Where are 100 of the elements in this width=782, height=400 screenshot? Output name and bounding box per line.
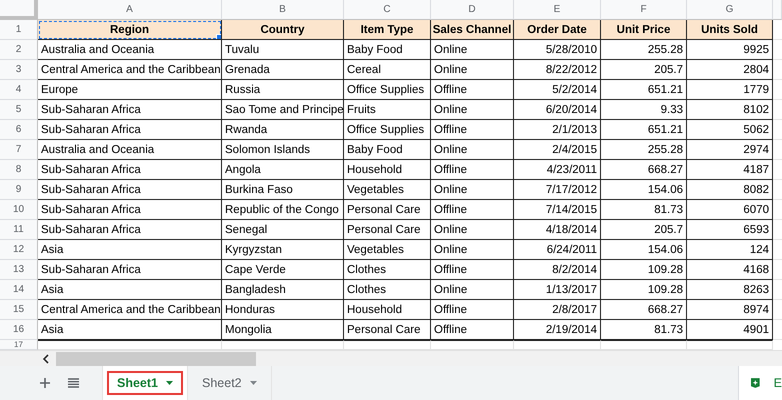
table-cell: Sub-Saharan Africa <box>38 220 222 240</box>
table-cell: Offline <box>431 300 514 320</box>
row-header[interactable]: 4 <box>0 80 38 100</box>
explore-button[interactable]: E <box>738 366 782 400</box>
table-cell: Offline <box>431 200 514 220</box>
table-cell: 9.33 <box>601 100 687 120</box>
table-cell: Clothes <box>344 280 431 300</box>
add-sheet-icon[interactable] <box>40 378 50 388</box>
table-cell: 8102 <box>687 100 773 120</box>
table-cell: Offline <box>431 80 514 100</box>
table-cell: Kyrgyzstan <box>222 240 344 260</box>
header-cell: Sales Channel <box>431 20 514 40</box>
column-header[interactable]: D <box>431 0 514 20</box>
table-cell: Offline <box>431 160 514 180</box>
column-header[interactable]: G <box>687 0 773 20</box>
table-cell: Bangladesh <box>222 280 344 300</box>
table-cell: Offline <box>431 260 514 280</box>
sheet-tab[interactable]: Sheet1 <box>102 366 188 400</box>
column-header[interactable]: A <box>38 0 222 20</box>
table-cell: 8/22/2012 <box>514 60 601 80</box>
table-cell: Australia and Oceania <box>38 140 222 160</box>
column-header[interactable]: F <box>601 0 687 20</box>
table-cell: Office Supplies <box>344 80 431 100</box>
table-cell: Online <box>431 60 514 80</box>
table-cell: 6/20/2014 <box>514 100 601 120</box>
table-cell: 7/17/2012 <box>514 180 601 200</box>
row-header[interactable]: 7 <box>0 140 38 160</box>
table-cell: Republic of the Congo <box>222 200 344 220</box>
table-cell: 9925 <box>687 40 773 60</box>
caret-icon <box>250 381 257 385</box>
row-header[interactable]: 16 <box>0 320 38 340</box>
column-header[interactable]: E <box>514 0 601 20</box>
table-cell: Household <box>344 160 431 180</box>
table-cell: Sub-Saharan Africa <box>38 260 222 280</box>
table-cell: 6593 <box>687 220 773 240</box>
caret-icon <box>166 381 173 385</box>
header-cell: Unit Price <box>601 20 687 40</box>
table-cell: Online <box>431 100 514 120</box>
header-cell: Item Type <box>344 20 431 40</box>
table-cell: Burkina Faso <box>222 180 344 200</box>
header-cell: Region <box>38 20 222 40</box>
table-cell: Angola <box>222 160 344 180</box>
row-header[interactable]: 2 <box>0 40 38 60</box>
row-header[interactable]: 1 <box>0 20 38 40</box>
table-cell: Asia <box>38 240 222 260</box>
table-cell: 2/1/2013 <box>514 120 601 140</box>
table-cell: 255.28 <box>601 140 687 160</box>
table-cell: Baby Food <box>344 40 431 60</box>
table-cell: 109.28 <box>601 280 687 300</box>
row-header[interactable]: 11 <box>0 220 38 240</box>
table-cell: 5/28/2010 <box>514 40 601 60</box>
table-cell: 651.21 <box>601 80 687 100</box>
table-cell: Personal Care <box>344 200 431 220</box>
table-cell: 205.7 <box>601 220 687 240</box>
row-header[interactable]: 15 <box>0 300 38 320</box>
column-header[interactable]: C <box>344 0 431 20</box>
table-cell: Sao Tome and Principe <box>222 100 344 120</box>
table-cell: Grenada <box>222 60 344 80</box>
row-header[interactable]: 8 <box>0 160 38 180</box>
table-cell: Vegetables <box>344 240 431 260</box>
table-cell: Online <box>431 220 514 240</box>
table-cell: Vegetables <box>344 180 431 200</box>
table-cell: 5062 <box>687 120 773 140</box>
row-header[interactable]: 12 <box>0 240 38 260</box>
row-header[interactable]: 9 <box>0 180 38 200</box>
row-header[interactable]: 6 <box>0 120 38 140</box>
table-cell: Online <box>431 280 514 300</box>
table-cell: 8082 <box>687 180 773 200</box>
row-header[interactable]: 10 <box>0 200 38 220</box>
table-cell: 124 <box>687 240 773 260</box>
table-cell: Sub-Saharan Africa <box>38 180 222 200</box>
table-cell: Offline <box>431 320 514 340</box>
scroll-left-icon[interactable] <box>42 354 50 364</box>
row-header[interactable]: 3 <box>0 60 38 80</box>
table-cell: 2/4/2015 <box>514 140 601 160</box>
row-header[interactable]: 13 <box>0 260 38 280</box>
row-header[interactable]: 5 <box>0 100 38 120</box>
table-cell: Personal Care <box>344 320 431 340</box>
table-cell: 651.21 <box>601 120 687 140</box>
table-cell: Sub-Saharan Africa <box>38 160 222 180</box>
table-cell: Personal Care <box>344 220 431 240</box>
table-cell: 1779 <box>687 80 773 100</box>
table-cell: Online <box>431 180 514 200</box>
table-cell: 81.73 <box>601 200 687 220</box>
table-cell: Sub-Saharan Africa <box>38 100 222 120</box>
table-cell: Russia <box>222 80 344 100</box>
table-cell: 8974 <box>687 300 773 320</box>
scrollbar-thumb[interactable] <box>56 352 256 366</box>
table-cell: Central America and the Caribbean <box>38 300 222 320</box>
table-cell: 205.7 <box>601 60 687 80</box>
table-cell: Central America and the Caribbean <box>38 60 222 80</box>
table-cell: 154.06 <box>601 240 687 260</box>
row-header[interactable]: 17 <box>0 340 38 350</box>
table-cell: 4187 <box>687 160 773 180</box>
column-header[interactable]: B <box>222 0 344 20</box>
column-header-filler <box>773 0 782 20</box>
menu-icon[interactable] <box>68 378 79 388</box>
table-cell: Online <box>431 40 514 60</box>
table-cell: 2804 <box>687 60 773 80</box>
row-header[interactable]: 14 <box>0 280 38 300</box>
